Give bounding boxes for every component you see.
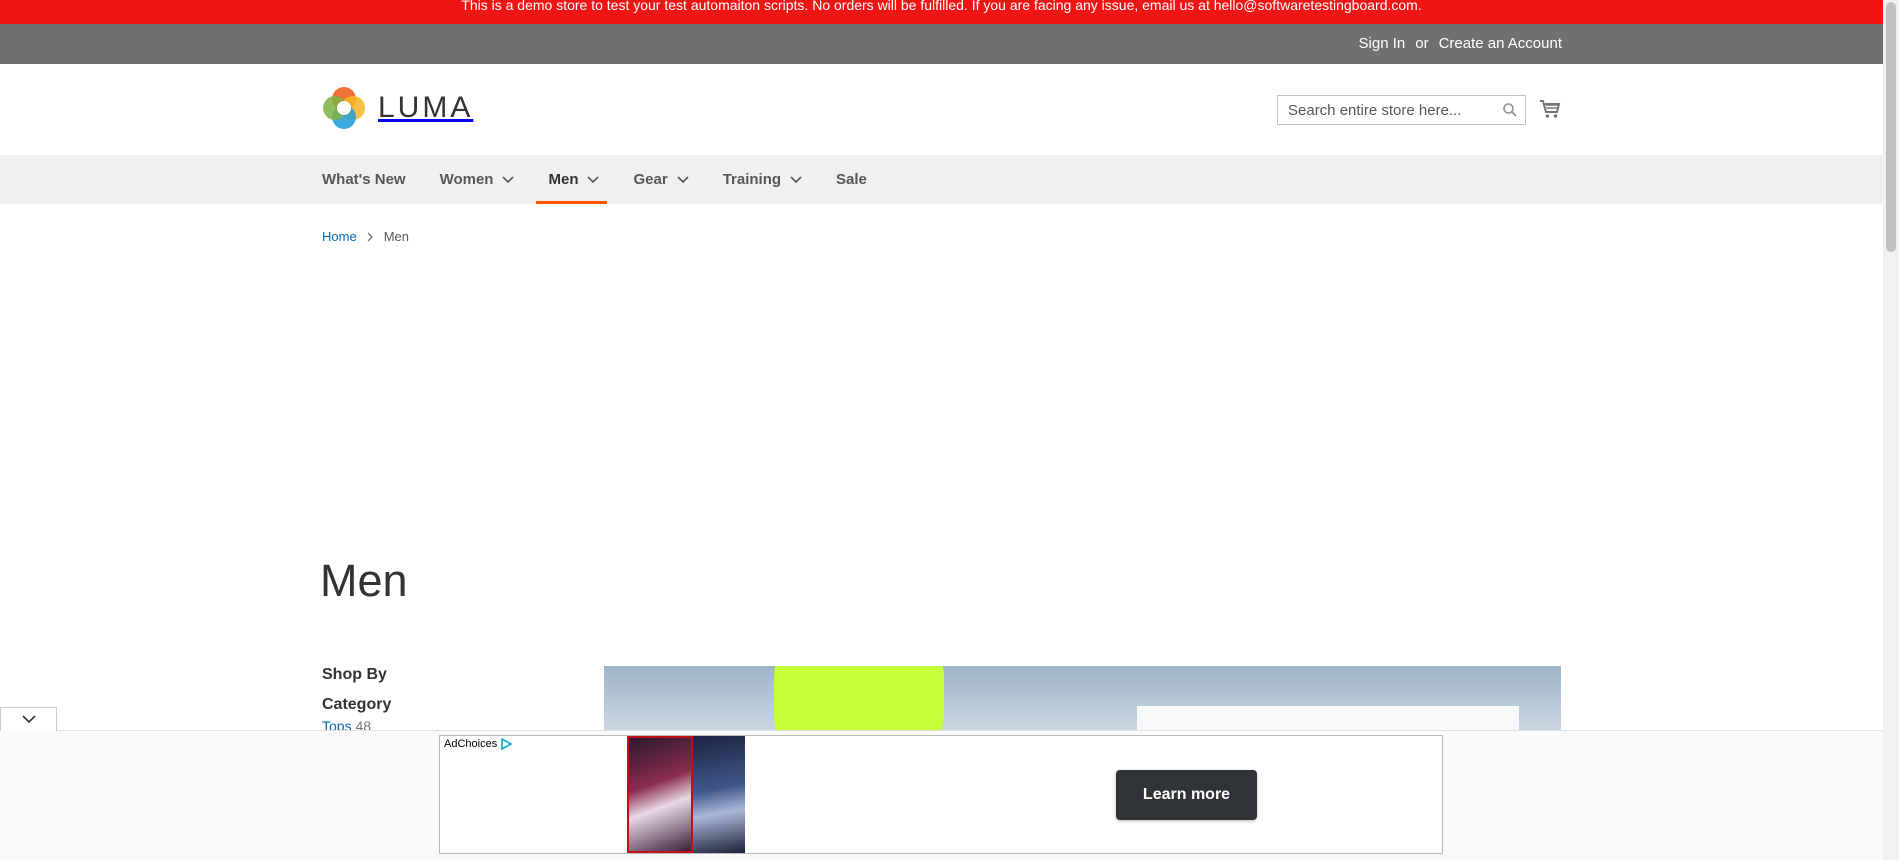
breadcrumb-home-link[interactable]: Home [322, 229, 357, 244]
sign-in-link[interactable]: Sign In [1359, 35, 1406, 52]
ad-container: AdChoices Learn more [0, 707, 1883, 861]
ad-image-panel [693, 736, 745, 853]
chevron-down-icon [21, 715, 36, 724]
chevron-down-icon [677, 175, 689, 183]
search-input[interactable] [1278, 96, 1508, 124]
shop-by-heading: Shop By [322, 666, 387, 683]
search-box [1277, 95, 1526, 125]
chevron-down-icon [790, 175, 802, 183]
category-filter-title[interactable]: Category [322, 696, 391, 714]
adchoices-icon [501, 738, 513, 750]
nav-men[interactable]: Men [536, 155, 608, 204]
scrollbar-thumb[interactable] [1886, 2, 1896, 252]
chevron-down-icon [587, 175, 600, 183]
breadcrumb-current: Men [383, 229, 409, 244]
nav-training[interactable]: Training [723, 155, 802, 204]
nav-whats-new[interactable]: What's New [322, 155, 406, 204]
chevron-down-icon [502, 175, 515, 183]
ad-image-panel [627, 736, 693, 853]
nav-label: Training [722, 171, 782, 188]
chevron-right-icon [367, 232, 373, 241]
main-navigation: What's New Women Men Gear Training Sale [0, 155, 1883, 204]
nav-label: Men [548, 171, 579, 188]
nav-label: Women [439, 171, 494, 188]
advertisement-banner[interactable]: AdChoices Learn more [439, 735, 1443, 854]
logo-text: LUMA [378, 91, 474, 124]
page-title: Men [320, 555, 408, 606]
site-header: LUMA [0, 64, 1883, 155]
sidebar-filters: Shop By Category Tops 48 [322, 666, 391, 734]
ad-collapse-toggle[interactable] [0, 707, 57, 731]
ad-image[interactable] [627, 736, 745, 853]
men-hero-banner[interactable] [604, 666, 1561, 730]
nav-sale[interactable]: Sale [836, 155, 867, 204]
page-scrollbar[interactable] [1883, 0, 1899, 860]
nav-women[interactable]: Women [440, 155, 515, 204]
create-account-link[interactable]: Create an Account [1439, 35, 1562, 52]
learn-more-button[interactable]: Learn more [1116, 770, 1257, 820]
nav-label: Sale [836, 171, 867, 188]
demo-notice-text: This is a demo store to test your test a… [461, 0, 1422, 13]
luma-logo[interactable]: LUMA [322, 86, 473, 130]
adchoices-link[interactable]: AdChoices [444, 738, 513, 750]
account-bar: Sign In or Create an Account [0, 24, 1883, 64]
breadcrumb: Home Men [322, 229, 409, 244]
cart-icon[interactable] [1539, 99, 1561, 124]
demo-notice-banner: This is a demo store to test your test a… [0, 0, 1883, 24]
search-icon[interactable] [1503, 103, 1517, 122]
nav-gear[interactable]: Gear [633, 155, 689, 204]
nav-label: What's New [322, 171, 406, 188]
hero-promo-card [1137, 706, 1519, 730]
adchoices-label: AdChoices [444, 738, 498, 750]
luma-logo-icon [323, 87, 365, 129]
or-separator: or [1415, 35, 1429, 52]
hero-model-image [774, 666, 944, 730]
nav-label: Gear [633, 171, 668, 188]
